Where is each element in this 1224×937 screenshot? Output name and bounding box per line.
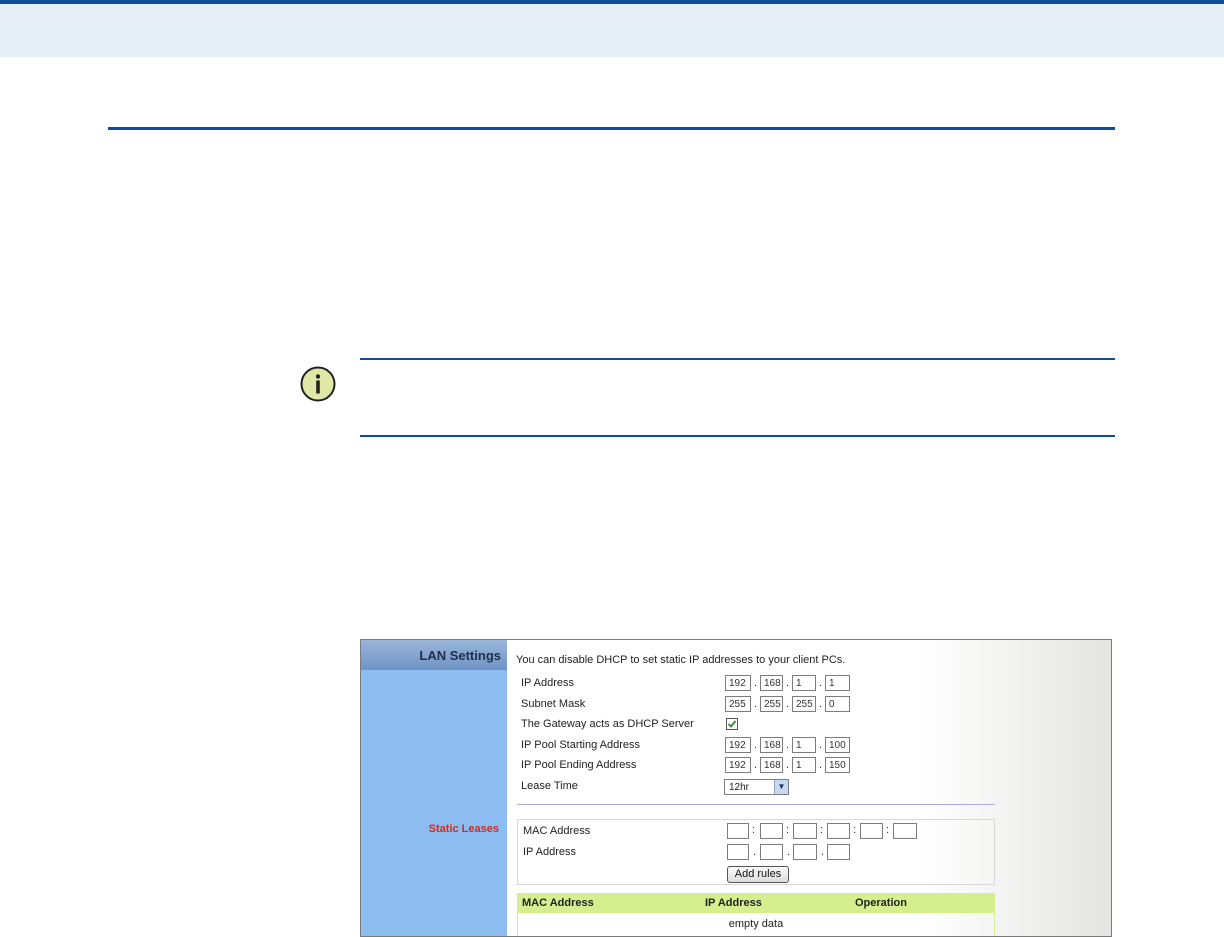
ip-address-octet-3[interactable]: 1 (792, 675, 816, 691)
lease-time-value: 12hr (729, 782, 750, 793)
mac-field-2[interactable] (760, 823, 783, 839)
mac-address-label: MAC Address (523, 825, 591, 837)
checkmark-icon (727, 720, 737, 728)
pool-end-label: IP Pool Ending Address (521, 759, 637, 771)
pool-start-octet-1[interactable]: 192 (725, 737, 751, 753)
subnet-mask-octet-3[interactable]: 255 (792, 696, 816, 712)
intro-text: You can disable DHCP to set static IP ad… (516, 654, 846, 666)
lease-ip-octet-3[interactable] (793, 844, 817, 860)
page-header-band (0, 0, 1224, 57)
column-header-ip: IP Address (705, 897, 762, 909)
leases-table-header: MAC Address IP Address Operation (517, 893, 995, 913)
pool-end-octet-1[interactable]: 192 (725, 757, 751, 773)
lease-ip-octet-4[interactable] (827, 844, 850, 860)
leases-table-body: empty data (517, 913, 995, 936)
pool-end-octet-3[interactable]: 1 (792, 757, 816, 773)
empty-data-text: empty data (728, 918, 784, 930)
subnet-mask-label: Subnet Mask (521, 698, 586, 710)
pool-start-octet-4[interactable]: 100 (825, 737, 850, 753)
pool-start-octet-3[interactable]: 1 (792, 737, 816, 753)
ip-address-octet-2[interactable]: 168 (760, 675, 783, 691)
column-header-mac: MAC Address (522, 897, 594, 909)
subnet-mask-octet-2[interactable]: 255 (760, 696, 783, 712)
dhcp-server-label: The Gateway acts as DHCP Server (521, 718, 694, 730)
ip-address-octet-1[interactable]: 192 (725, 675, 751, 691)
pool-start-octet-2[interactable]: 168 (760, 737, 783, 753)
column-header-operation: Operation (855, 897, 907, 909)
mac-field-6[interactable] (893, 823, 917, 839)
dhcp-server-checkbox[interactable] (726, 718, 738, 730)
lease-ip-address-label: IP Address (523, 846, 576, 858)
separator (517, 804, 995, 805)
mac-field-4[interactable] (827, 823, 850, 839)
subnet-mask-octet-4[interactable]: 0 (825, 696, 850, 712)
chevron-down-icon: ▼ (774, 780, 788, 794)
ip-address-octet-4[interactable]: 1 (825, 675, 850, 691)
ip-address-label: IP Address (521, 677, 574, 689)
info-icon (300, 366, 336, 402)
mac-field-3[interactable] (793, 823, 817, 839)
note-divider-top (360, 358, 1115, 360)
sidebar-title: LAN Settings (361, 640, 507, 670)
lease-ip-octet-1[interactable] (727, 844, 749, 860)
lan-settings-screenshot: LAN Settings Static Leases You can disab… (360, 639, 1112, 937)
add-rules-button[interactable]: Add rules (727, 866, 789, 883)
section-divider (108, 127, 1115, 130)
pool-end-octet-4[interactable]: 150 (825, 757, 850, 773)
static-leases-label: Static Leases (428, 823, 499, 835)
lease-time-label: Lease Time (521, 780, 578, 792)
subnet-mask-octet-1[interactable]: 255 (725, 696, 751, 712)
pool-end-octet-2[interactable]: 168 (760, 757, 783, 773)
lease-ip-octet-2[interactable] (760, 844, 783, 860)
pool-start-label: IP Pool Starting Address (521, 739, 641, 751)
mac-field-1[interactable] (727, 823, 749, 839)
sidebar: LAN Settings Static Leases (361, 640, 507, 936)
mac-field-5[interactable] (860, 823, 883, 839)
note-divider-bottom (360, 435, 1115, 437)
lease-time-select[interactable]: 12hr ▼ (724, 779, 789, 795)
